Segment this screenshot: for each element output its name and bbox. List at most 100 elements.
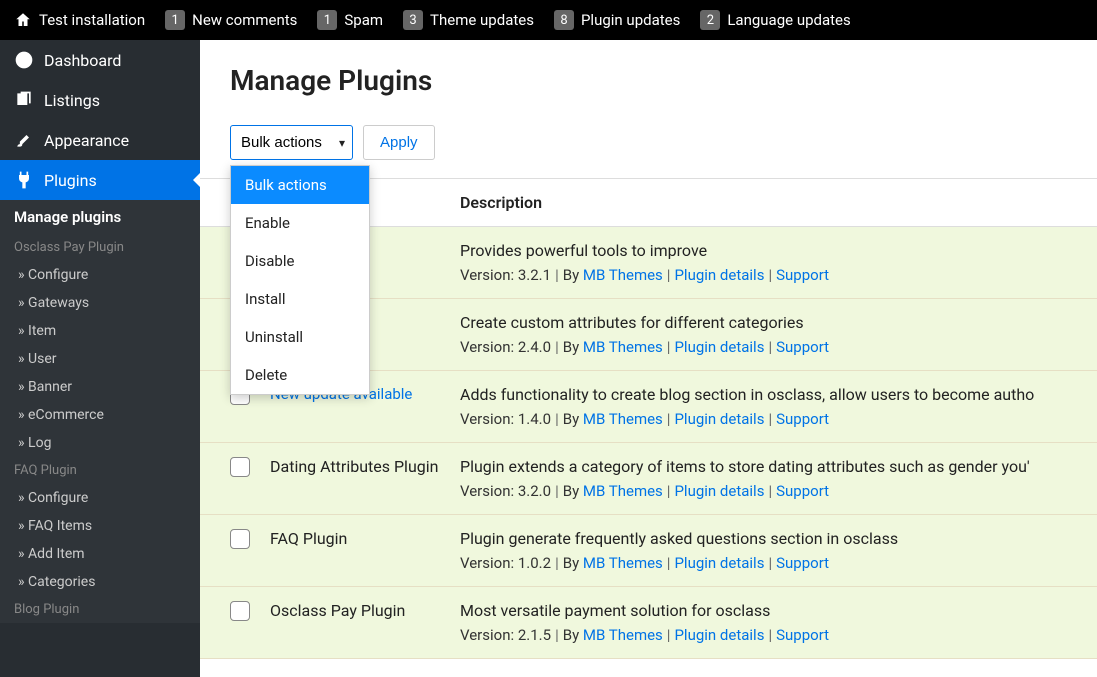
submenu-configure[interactable]: Configure <box>0 261 200 289</box>
plugin-meta: Version: 3.2.1|By MB Themes|Plugin detai… <box>460 266 1087 284</box>
submenu: Manage plugins Osclass Pay Plugin Config… <box>0 200 200 623</box>
plugin-details-link[interactable]: Plugin details <box>674 626 764 644</box>
plugin-name: Dating Attributes Plugin <box>270 457 440 476</box>
row-checkbox[interactable] <box>230 529 250 549</box>
option-bulk-actions[interactable]: Bulk actions <box>231 166 369 204</box>
main: Manage Plugins Bulk actions ▾ Bulk actio… <box>200 40 1097 677</box>
by-label: By <box>563 554 583 572</box>
topbar-plugin-updates[interactable]: 8 Plugin updates <box>554 10 680 30</box>
support-link[interactable]: Support <box>776 626 829 644</box>
bulk-actions-dropdown: Bulk actions Enable Disable Install Unin… <box>230 165 370 395</box>
topbar-theme-updates[interactable]: 3 Theme updates <box>403 10 534 30</box>
nav-listings[interactable]: Listings <box>0 80 200 120</box>
plugin-meta: Version: 3.2.0|By MB Themes|Plugin detai… <box>460 482 1087 500</box>
col-description: Description <box>450 179 1097 227</box>
plugin-meta: Version: 2.4.0|By MB Themes|Plugin detai… <box>460 338 1087 356</box>
bulk-select-wrap: Bulk actions ▾ Bulk actions Enable Disab… <box>230 125 353 160</box>
nav-dashboard[interactable]: Dashboard <box>0 40 200 80</box>
support-link[interactable]: Support <box>776 554 829 572</box>
plugin-description: Most versatile payment solution for oscl… <box>460 601 1087 620</box>
support-link[interactable]: Support <box>776 410 829 428</box>
table-row: Osclass Pay Plugin Most versatile payment… <box>200 587 1097 659</box>
topbar-language-updates[interactable]: 2 Language updates <box>700 10 850 30</box>
topbar: Test installation 1 New comments 1 Spam … <box>0 0 1097 40</box>
dashboard-icon <box>14 50 34 70</box>
submenu-group-blog: Blog Plugin <box>0 596 200 623</box>
by-label: By <box>563 626 583 644</box>
option-enable[interactable]: Enable <box>231 204 369 242</box>
site-name: Test installation <box>39 11 145 29</box>
by-label: By <box>563 266 583 284</box>
submenu-faq-items[interactable]: FAQ Items <box>0 512 200 540</box>
version-label: Version: 2.4.0 <box>460 338 551 356</box>
author-link[interactable]: MB Themes <box>583 554 663 572</box>
author-link[interactable]: MB Themes <box>583 266 663 284</box>
plugin-details-link[interactable]: Plugin details <box>674 482 764 500</box>
version-label: Version: 3.2.1 <box>460 266 551 284</box>
version-label: Version: 1.0.2 <box>460 554 551 572</box>
count-badge: 1 <box>165 10 185 30</box>
plugin-meta: Version: 1.0.2|By MB Themes|Plugin detai… <box>460 554 1087 572</box>
table-row: FAQ Plugin Plugin generate frequently ask… <box>200 515 1097 587</box>
submenu-add-item[interactable]: Add Item <box>0 540 200 568</box>
listings-icon <box>14 90 34 110</box>
submenu-manage-plugins[interactable]: Manage plugins <box>0 200 200 234</box>
plugin-meta: Version: 2.1.5|By MB Themes|Plugin detai… <box>460 626 1087 644</box>
author-link[interactable]: MB Themes <box>583 338 663 356</box>
submenu-group-faq: FAQ Plugin <box>0 457 200 484</box>
author-link[interactable]: MB Themes <box>583 410 663 428</box>
version-label: Version: 3.2.0 <box>460 482 551 500</box>
submenu-gateways[interactable]: Gateways <box>0 289 200 317</box>
plugin-details-link[interactable]: Plugin details <box>674 338 764 356</box>
brush-icon <box>14 130 34 150</box>
site-link[interactable]: Test installation <box>14 11 145 29</box>
support-link[interactable]: Support <box>776 266 829 284</box>
option-install[interactable]: Install <box>231 280 369 318</box>
plugin-details-link[interactable]: Plugin details <box>674 266 764 284</box>
version-label: Version: 1.4.0 <box>460 410 551 428</box>
submenu-categories[interactable]: Categories <box>0 568 200 596</box>
submenu-banner[interactable]: Banner <box>0 373 200 401</box>
submenu-user[interactable]: User <box>0 345 200 373</box>
by-label: By <box>563 482 583 500</box>
plugin-description: Plugin extends a category of items to st… <box>460 457 1087 476</box>
by-label: By <box>563 338 583 356</box>
option-uninstall[interactable]: Uninstall <box>231 318 369 356</box>
sidebar: Dashboard Listings Appearance Plugins Ma… <box>0 40 200 677</box>
submenu-ecommerce[interactable]: eCommerce <box>0 401 200 429</box>
plugin-name: Osclass Pay Plugin <box>270 601 440 620</box>
bulk-actions-select[interactable]: Bulk actions <box>230 125 353 160</box>
plugin-description: Provides powerful tools to improve <box>460 241 1087 260</box>
plugin-name: FAQ Plugin <box>270 529 440 548</box>
support-link[interactable]: Support <box>776 482 829 500</box>
table-row: Dating Attributes Plugin Plugin extends a… <box>200 443 1097 515</box>
author-link[interactable]: MB Themes <box>583 482 663 500</box>
author-link[interactable]: MB Themes <box>583 626 663 644</box>
plugin-details-link[interactable]: Plugin details <box>674 410 764 428</box>
count-badge: 8 <box>554 10 574 30</box>
topbar-new-comments[interactable]: 1 New comments <box>165 10 297 30</box>
submenu-log[interactable]: Log <box>0 429 200 457</box>
plug-icon <box>14 170 34 190</box>
count-badge: 2 <box>700 10 720 30</box>
version-label: Version: 2.1.5 <box>460 626 551 644</box>
bulk-controls: Bulk actions ▾ Bulk actions Enable Disab… <box>200 125 1097 170</box>
plugin-meta: Version: 1.4.0|By MB Themes|Plugin detai… <box>460 410 1087 428</box>
support-link[interactable]: Support <box>776 338 829 356</box>
apply-button[interactable]: Apply <box>363 125 435 160</box>
count-badge: 3 <box>403 10 423 30</box>
submenu-item[interactable]: Item <box>0 317 200 345</box>
row-checkbox[interactable] <box>230 601 250 621</box>
plugin-description: Plugin generate frequently asked questio… <box>460 529 1087 548</box>
option-disable[interactable]: Disable <box>231 242 369 280</box>
submenu-group-osclass-pay: Osclass Pay Plugin <box>0 234 200 261</box>
plugin-details-link[interactable]: Plugin details <box>674 554 764 572</box>
nav-appearance[interactable]: Appearance <box>0 120 200 160</box>
nav-plugins[interactable]: Plugins <box>0 160 200 200</box>
submenu-configure2[interactable]: Configure <box>0 484 200 512</box>
count-badge: 1 <box>317 10 337 30</box>
option-delete[interactable]: Delete <box>231 356 369 394</box>
row-checkbox[interactable] <box>230 457 250 477</box>
plugin-description: Adds functionality to create blog sectio… <box>460 385 1087 404</box>
topbar-spam[interactable]: 1 Spam <box>317 10 383 30</box>
